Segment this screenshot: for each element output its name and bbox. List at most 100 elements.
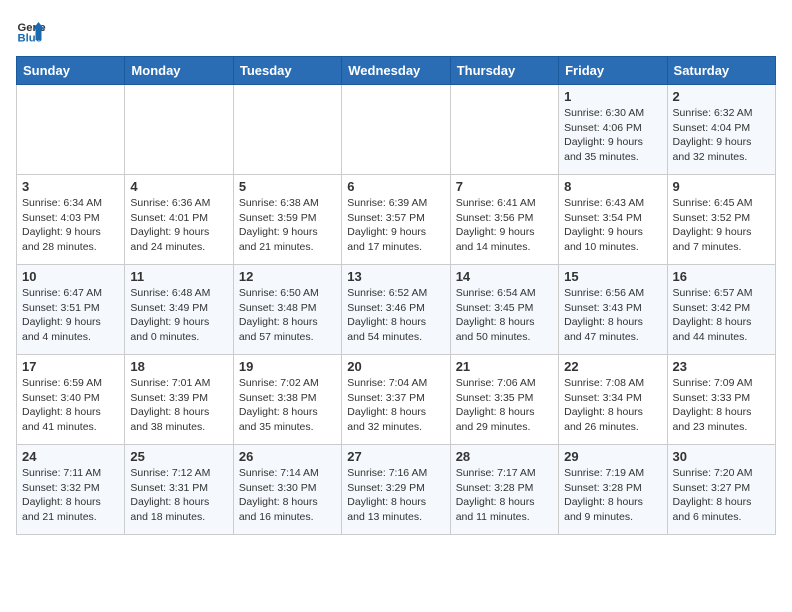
day-detail: Sunrise: 7:20 AM Sunset: 3:27 PM Dayligh… — [673, 466, 770, 525]
calendar-cell: 10 Sunrise: 6:47 AM Sunset: 3:51 PM Dayli… — [17, 265, 125, 355]
day-number: 5 — [239, 179, 336, 194]
day-number: 28 — [456, 449, 553, 464]
day-detail: Sunrise: 6:43 AM Sunset: 3:54 PM Dayligh… — [564, 196, 661, 255]
day-number: 8 — [564, 179, 661, 194]
day-detail: Sunrise: 7:19 AM Sunset: 3:28 PM Dayligh… — [564, 466, 661, 525]
calendar-week-row: 3 Sunrise: 6:34 AM Sunset: 4:03 PM Daylig… — [17, 175, 776, 265]
calendar-cell: 6 Sunrise: 6:39 AM Sunset: 3:57 PM Daylig… — [342, 175, 450, 265]
calendar-cell: 18Sunrise: 7:01 AM Sunset: 3:39 PM Dayli… — [125, 355, 233, 445]
day-detail: Sunrise: 6:30 AM Sunset: 4:06 PM Dayligh… — [564, 106, 661, 165]
day-number: 17 — [22, 359, 119, 374]
day-number: 6 — [347, 179, 444, 194]
day-number: 3 — [22, 179, 119, 194]
page-header: General Blue — [16, 16, 776, 46]
day-number: 30 — [673, 449, 770, 464]
day-detail: Sunrise: 6:41 AM Sunset: 3:56 PM Dayligh… — [456, 196, 553, 255]
day-number: 20 — [347, 359, 444, 374]
day-number: 9 — [673, 179, 770, 194]
calendar-cell: 20 Sunrise: 7:04 AM Sunset: 3:37 PM Dayli… — [342, 355, 450, 445]
day-number: 2 — [673, 89, 770, 104]
day-detail: Sunrise: 7:17 AM Sunset: 3:28 PM Dayligh… — [456, 466, 553, 525]
calendar-cell — [17, 85, 125, 175]
calendar-cell — [125, 85, 233, 175]
weekday-header: Tuesday — [233, 57, 341, 85]
day-number: 24 — [22, 449, 119, 464]
calendar-cell: 30 Sunrise: 7:20 AM Sunset: 3:27 PM Dayli… — [667, 445, 775, 535]
calendar-cell: 29Sunrise: 7:19 AM Sunset: 3:28 PM Dayli… — [559, 445, 667, 535]
calendar-cell: 2Sunrise: 6:32 AM Sunset: 4:04 PM Daylig… — [667, 85, 775, 175]
day-detail: Sunrise: 6:48 AM Sunset: 3:49 PM Dayligh… — [130, 286, 227, 345]
calendar-cell: 26Sunrise: 7:14 AM Sunset: 3:30 PM Dayli… — [233, 445, 341, 535]
calendar-cell: 14 Sunrise: 6:54 AM Sunset: 3:45 PM Dayli… — [450, 265, 558, 355]
day-number: 10 — [22, 269, 119, 284]
calendar-cell: 3 Sunrise: 6:34 AM Sunset: 4:03 PM Daylig… — [17, 175, 125, 265]
calendar-cell: 25 Sunrise: 7:12 AM Sunset: 3:31 PM Dayli… — [125, 445, 233, 535]
calendar-cell: 28 Sunrise: 7:17 AM Sunset: 3:28 PM Dayli… — [450, 445, 558, 535]
header-row: SundayMondayTuesdayWednesdayThursdayFrid… — [17, 57, 776, 85]
day-number: 1 — [564, 89, 661, 104]
calendar-cell: 13 Sunrise: 6:52 AM Sunset: 3:46 PM Dayli… — [342, 265, 450, 355]
calendar-week-row: 10 Sunrise: 6:47 AM Sunset: 3:51 PM Dayli… — [17, 265, 776, 355]
calendar-week-row: 24 Sunrise: 7:11 AM Sunset: 3:32 PM Dayli… — [17, 445, 776, 535]
calendar-cell: 12 Sunrise: 6:50 AM Sunset: 3:48 PM Dayli… — [233, 265, 341, 355]
weekday-header: Thursday — [450, 57, 558, 85]
day-detail: Sunrise: 7:02 AM Sunset: 3:38 PM Dayligh… — [239, 376, 336, 435]
day-detail: Sunrise: 6:45 AM Sunset: 3:52 PM Dayligh… — [673, 196, 770, 255]
calendar-week-row: 17 Sunrise: 6:59 AM Sunset: 3:40 PM Dayli… — [17, 355, 776, 445]
logo-icon: General Blue — [16, 16, 46, 46]
calendar-header: SundayMondayTuesdayWednesdayThursdayFrid… — [17, 57, 776, 85]
calendar-cell: 17 Sunrise: 6:59 AM Sunset: 3:40 PM Dayli… — [17, 355, 125, 445]
calendar-body: 1 Sunrise: 6:30 AM Sunset: 4:06 PM Daylig… — [17, 85, 776, 535]
calendar-cell — [342, 85, 450, 175]
day-detail: Sunrise: 7:16 AM Sunset: 3:29 PM Dayligh… — [347, 466, 444, 525]
calendar-cell: 23Sunrise: 7:09 AM Sunset: 3:33 PM Dayli… — [667, 355, 775, 445]
calendar-cell: 1 Sunrise: 6:30 AM Sunset: 4:06 PM Daylig… — [559, 85, 667, 175]
day-number: 13 — [347, 269, 444, 284]
calendar-cell: 21Sunrise: 7:06 AM Sunset: 3:35 PM Dayli… — [450, 355, 558, 445]
calendar-cell: 24 Sunrise: 7:11 AM Sunset: 3:32 PM Dayli… — [17, 445, 125, 535]
day-detail: Sunrise: 6:34 AM Sunset: 4:03 PM Dayligh… — [22, 196, 119, 255]
calendar-table: SundayMondayTuesdayWednesdayThursdayFrid… — [16, 56, 776, 535]
calendar-cell: 22 Sunrise: 7:08 AM Sunset: 3:34 PM Dayli… — [559, 355, 667, 445]
day-number: 14 — [456, 269, 553, 284]
calendar-cell: 15Sunrise: 6:56 AM Sunset: 3:43 PM Dayli… — [559, 265, 667, 355]
calendar-week-row: 1 Sunrise: 6:30 AM Sunset: 4:06 PM Daylig… — [17, 85, 776, 175]
day-detail: Sunrise: 6:54 AM Sunset: 3:45 PM Dayligh… — [456, 286, 553, 345]
calendar-cell: 8 Sunrise: 6:43 AM Sunset: 3:54 PM Daylig… — [559, 175, 667, 265]
day-number: 25 — [130, 449, 227, 464]
calendar-cell: 5Sunrise: 6:38 AM Sunset: 3:59 PM Daylig… — [233, 175, 341, 265]
weekday-header: Friday — [559, 57, 667, 85]
calendar-cell — [450, 85, 558, 175]
calendar-cell: 19 Sunrise: 7:02 AM Sunset: 3:38 PM Dayli… — [233, 355, 341, 445]
day-detail: Sunrise: 6:47 AM Sunset: 3:51 PM Dayligh… — [22, 286, 119, 345]
calendar-cell: 4Sunrise: 6:36 AM Sunset: 4:01 PM Daylig… — [125, 175, 233, 265]
day-number: 11 — [130, 269, 227, 284]
day-number: 12 — [239, 269, 336, 284]
day-detail: Sunrise: 6:50 AM Sunset: 3:48 PM Dayligh… — [239, 286, 336, 345]
calendar-cell: 7 Sunrise: 6:41 AM Sunset: 3:56 PM Daylig… — [450, 175, 558, 265]
day-number: 4 — [130, 179, 227, 194]
day-number: 22 — [564, 359, 661, 374]
day-number: 7 — [456, 179, 553, 194]
day-detail: Sunrise: 7:08 AM Sunset: 3:34 PM Dayligh… — [564, 376, 661, 435]
weekday-header: Wednesday — [342, 57, 450, 85]
weekday-header: Saturday — [667, 57, 775, 85]
day-detail: Sunrise: 7:04 AM Sunset: 3:37 PM Dayligh… — [347, 376, 444, 435]
weekday-header: Sunday — [17, 57, 125, 85]
day-detail: Sunrise: 7:14 AM Sunset: 3:30 PM Dayligh… — [239, 466, 336, 525]
day-detail: Sunrise: 7:09 AM Sunset: 3:33 PM Dayligh… — [673, 376, 770, 435]
day-number: 16 — [673, 269, 770, 284]
calendar-cell: 27Sunrise: 7:16 AM Sunset: 3:29 PM Dayli… — [342, 445, 450, 535]
calendar-cell — [233, 85, 341, 175]
calendar-cell: 11 Sunrise: 6:48 AM Sunset: 3:49 PM Dayli… — [125, 265, 233, 355]
day-detail: Sunrise: 6:59 AM Sunset: 3:40 PM Dayligh… — [22, 376, 119, 435]
day-detail: Sunrise: 6:52 AM Sunset: 3:46 PM Dayligh… — [347, 286, 444, 345]
day-detail: Sunrise: 7:12 AM Sunset: 3:31 PM Dayligh… — [130, 466, 227, 525]
day-detail: Sunrise: 7:06 AM Sunset: 3:35 PM Dayligh… — [456, 376, 553, 435]
calendar-cell: 16 Sunrise: 6:57 AM Sunset: 3:42 PM Dayli… — [667, 265, 775, 355]
day-detail: Sunrise: 6:39 AM Sunset: 3:57 PM Dayligh… — [347, 196, 444, 255]
day-number: 19 — [239, 359, 336, 374]
calendar-cell: 9 Sunrise: 6:45 AM Sunset: 3:52 PM Daylig… — [667, 175, 775, 265]
day-detail: Sunrise: 6:57 AM Sunset: 3:42 PM Dayligh… — [673, 286, 770, 345]
day-detail: Sunrise: 7:11 AM Sunset: 3:32 PM Dayligh… — [22, 466, 119, 525]
